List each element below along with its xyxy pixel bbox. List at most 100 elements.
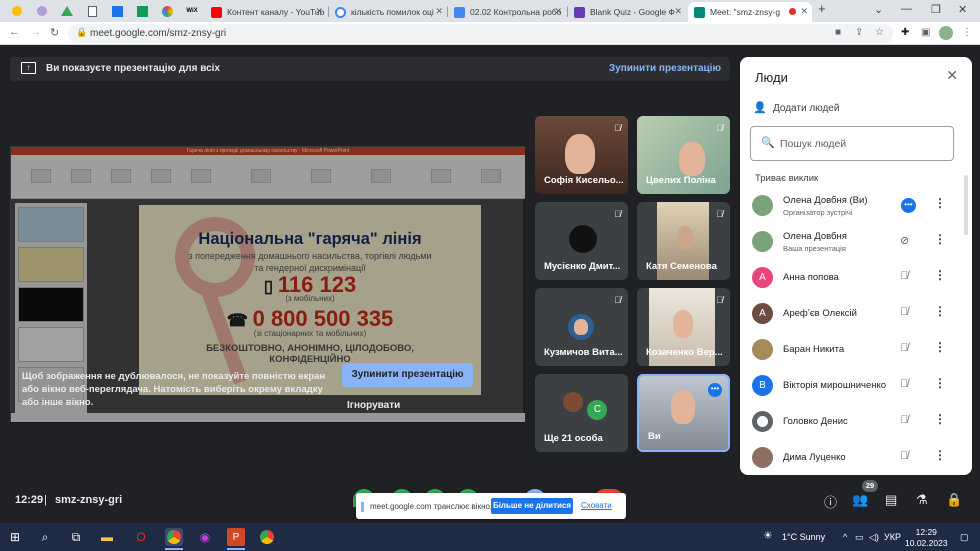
chrome-taskbar-icon[interactable] (165, 528, 183, 546)
pinned-tab-1[interactable] (7, 3, 27, 19)
notifications-icon[interactable]: ▢ (960, 532, 969, 543)
self-view-tile[interactable]: ••• Ви (637, 374, 730, 452)
search-people-input[interactable]: 🔍 Пошук людей (750, 126, 954, 161)
host-controls-icon[interactable]: 🔒 (946, 492, 962, 508)
tray-chevron-icon[interactable]: ^ (843, 532, 847, 542)
tab-google-search[interactable]: кількість помилок оці ✕ (329, 2, 447, 22)
profile-avatar[interactable] (939, 26, 953, 40)
participant-row[interactable]: В Вікторія мирошниченко 🎙̸ ⋮ (740, 368, 972, 404)
close-tab-icon[interactable]: ✕ (435, 6, 443, 17)
camera-icon[interactable]: ■ (835, 27, 841, 38)
bookmark-star-icon[interactable]: ☆ (875, 27, 884, 38)
close-tab-icon[interactable]: ✕ (674, 6, 682, 17)
search-icon[interactable]: ⌕ (36, 528, 54, 546)
participant-row[interactable]: Дима Луценко 🎙̸ ⋮ (740, 440, 972, 475)
tab-search-icon[interactable]: ⌄ (874, 3, 883, 16)
pinned-tab-palette[interactable] (157, 3, 177, 19)
taskbar-clock[interactable]: 12:29 10.02.2023 (905, 527, 948, 549)
participant-row[interactable]: Головко Денис 🎙̸ ⋮ (740, 404, 972, 440)
more-options-icon[interactable]: ⋮ (934, 196, 946, 210)
participant-tile[interactable]: 🎙̸ Катя Семенова (637, 202, 730, 280)
lock-icon[interactable]: 🔒 (76, 27, 87, 38)
task-view-icon[interactable]: ⧉ (67, 528, 85, 546)
stop-presenting-link[interactable]: Зупинити презентацію (609, 63, 721, 74)
more-options-icon[interactable]: ⋮ (934, 304, 946, 318)
extensions-icon[interactable]: ✚ (901, 27, 909, 38)
participant-row[interactable]: А Анна попова 🎙̸ ⋮ (740, 260, 972, 296)
pinned-tab-drive[interactable] (57, 3, 77, 19)
close-icon[interactable]: ✕ (946, 67, 958, 84)
maximize-icon[interactable]: ❐ (931, 3, 941, 16)
more-options-icon[interactable]: ⋮ (934, 412, 946, 426)
reload-icon[interactable]: ↻ (50, 26, 59, 39)
more-options-icon[interactable]: ⋮ (934, 268, 946, 282)
more-participants-tile[interactable]: С Ще 21 особа (535, 374, 628, 452)
more-options-icon[interactable]: ⋮ (934, 232, 946, 246)
participant-tile[interactable]: 🎙̸ Софія Кисельо... (535, 116, 628, 194)
participant-row[interactable]: Олена Довбня (Ви) Організатор зустрічі •… (740, 188, 972, 224)
participant-row[interactable]: Олена Довбня Ваша презентація ⊘ ⋮ (740, 224, 972, 260)
more-options-icon[interactable]: ⋮ (934, 448, 946, 462)
address-bar[interactable]: 🔒 meet.google.com/smz-znsy-gri (68, 24, 893, 43)
drag-handle-icon[interactable] (361, 502, 364, 512)
more-options-icon[interactable]: ⋮ (934, 340, 946, 354)
language-indicator[interactable]: УКР (884, 532, 901, 542)
windows-start-icon[interactable]: ⊞ (6, 528, 24, 546)
tab-classroom-test[interactable]: 02.02 Контрольна робо ✕ (448, 2, 566, 22)
mic-off-icon[interactable]: 🎙̸ (900, 342, 908, 354)
stop-sharing-button[interactable]: Більше не ділитися (491, 498, 573, 514)
mic-off-icon[interactable]: 🎙̸ (900, 270, 908, 282)
ignore-warning-button[interactable]: Ігнорувати (347, 400, 400, 411)
participant-tile[interactable]: 🎙̸ Кузмичов Вита... (535, 288, 628, 366)
participant-tile[interactable]: 🎙̸ Цвелих Поліна (637, 116, 730, 194)
participant-tile[interactable]: 🎙̸ Козаченко Вер... (637, 288, 730, 366)
more-options-icon[interactable]: ••• (708, 383, 722, 397)
pinned-tab-docs[interactable] (82, 3, 102, 19)
viber-icon[interactable]: ◉ (196, 528, 214, 546)
info-icon[interactable]: ⓘ (824, 492, 837, 511)
pinned-tab-2[interactable] (32, 3, 52, 19)
back-icon[interactable]: ← (9, 26, 20, 38)
hide-notice-link[interactable]: Сховати (581, 501, 612, 510)
tab-youtube[interactable]: Контент каналу - YouTub ✕ (205, 2, 327, 22)
close-tab-icon[interactable]: ✕ (554, 6, 562, 17)
mic-off-icon[interactable]: 🎙̸ (900, 306, 908, 318)
weather-text[interactable]: 1°C Sunny (782, 532, 825, 542)
participant-row[interactable]: А Арефʼєв Олексій 🎙̸ ⋮ (740, 296, 972, 332)
mic-off-icon[interactable]: 🎙̸ (900, 378, 908, 390)
people-icon[interactable]: 👥 (852, 492, 868, 508)
participant-row[interactable]: Баран Никита 🎙̸ ⋮ (740, 332, 972, 368)
network-icon[interactable]: ▭ (855, 532, 864, 543)
add-people-button[interactable]: 👤 Додати людей (753, 101, 839, 114)
sidepanel-icon[interactable]: ▣ (921, 27, 930, 38)
chat-icon[interactable]: ▤ (885, 492, 897, 508)
weather-icon[interactable]: ☀ (763, 529, 773, 542)
minimize-icon[interactable]: — (901, 3, 912, 15)
new-tab-button[interactable]: + (818, 1, 826, 16)
participant-tile[interactable]: 🎙̸ Мусієнко Дмит... (535, 202, 628, 280)
stop-presenting-button[interactable]: Зупинити презентацію (342, 363, 473, 387)
tab-meet[interactable]: Meet: "smz-znsy-g ✕ (688, 2, 812, 22)
mic-off-icon[interactable]: 🎙̸ (900, 414, 908, 426)
close-tab-icon[interactable]: ✕ (315, 6, 323, 17)
activities-icon[interactable]: ⚗ (916, 492, 928, 508)
forward-icon[interactable]: → (30, 26, 41, 38)
pinned-tab-grid[interactable] (107, 3, 127, 19)
tab-google-forms[interactable]: Blank Quiz - Google Ф ✕ (568, 2, 686, 22)
share-icon[interactable]: ⇪ (855, 27, 863, 38)
volume-icon[interactable]: ◁) (869, 532, 879, 543)
chrome-icon[interactable] (258, 528, 276, 546)
file-explorer-icon[interactable]: ▬ (98, 528, 116, 546)
pinned-tab-classroom[interactable] (132, 3, 152, 19)
presentation-off-icon[interactable]: ⊘ (900, 234, 909, 247)
menu-kebab-icon[interactable]: ⋮ (962, 27, 972, 38)
powerpoint-icon[interactable]: P (227, 528, 245, 546)
close-tab-icon[interactable]: ✕ (800, 6, 808, 17)
mic-off-icon[interactable]: 🎙̸ (900, 450, 908, 462)
participant-name: Вікторія мирошниченко (783, 380, 887, 391)
people-scrollbar[interactable] (964, 175, 968, 235)
more-options-icon[interactable]: ⋮ (934, 376, 946, 390)
opera-icon[interactable]: O (132, 528, 150, 546)
pinned-tab-wix[interactable]: WiX (182, 3, 202, 19)
close-window-icon[interactable]: ✕ (958, 3, 967, 16)
